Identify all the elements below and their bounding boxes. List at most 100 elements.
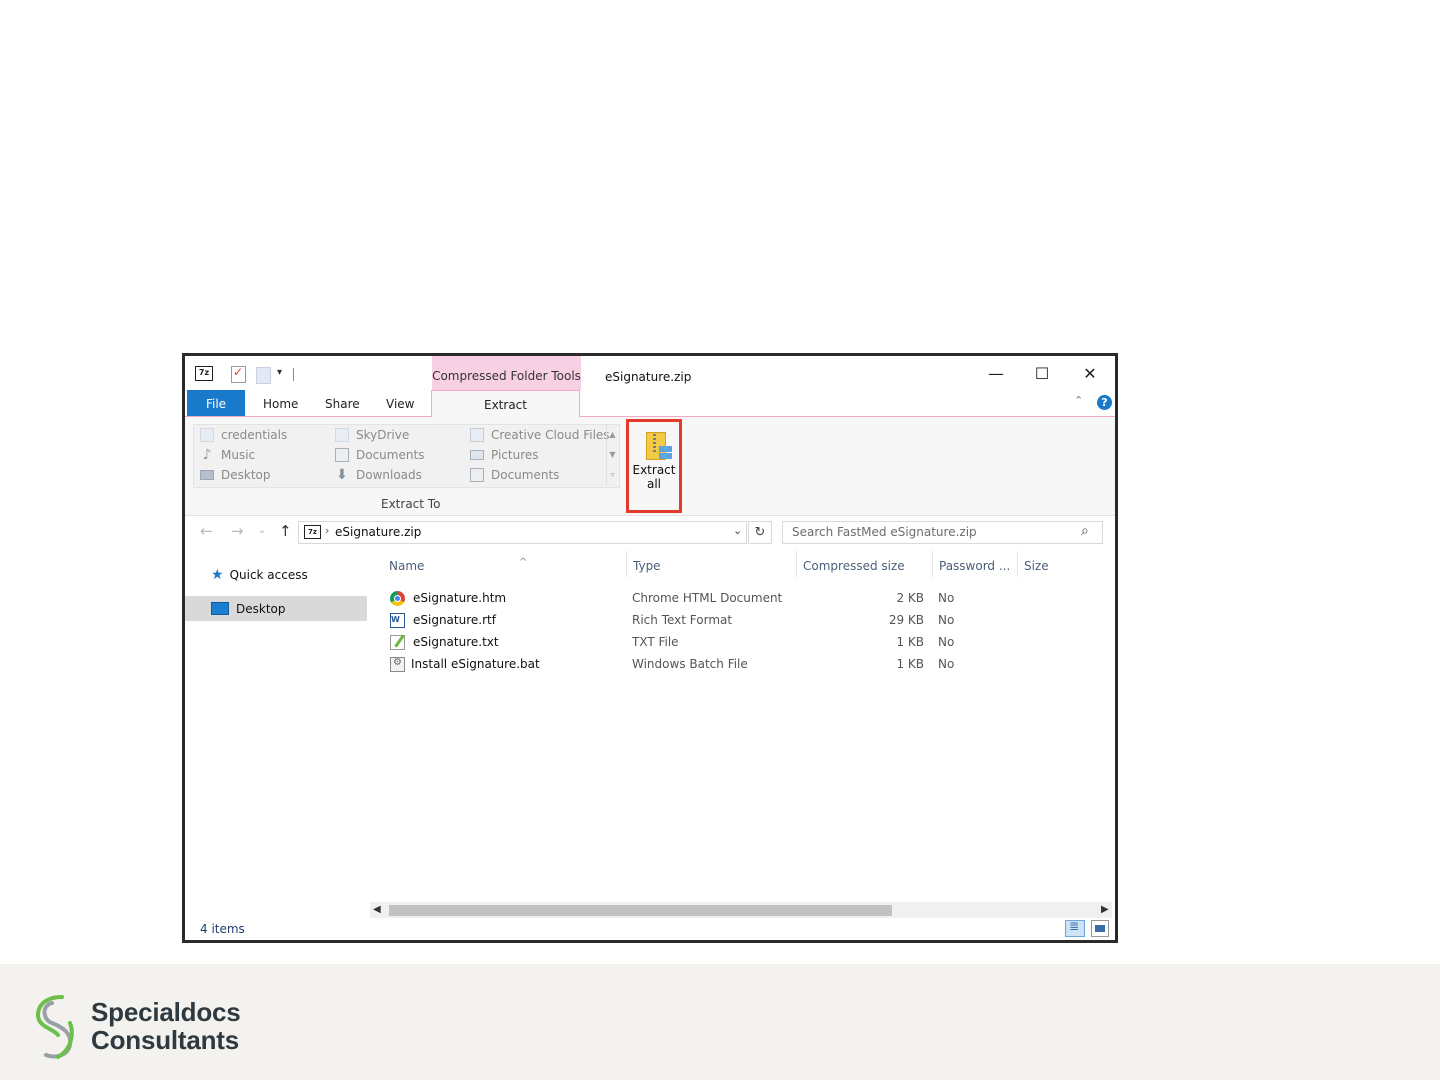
- file-name: Install eSignature.bat: [411, 657, 540, 671]
- scroll-left-icon[interactable]: ◀: [373, 902, 381, 918]
- help-icon[interactable]: ?: [1097, 395, 1112, 410]
- column-header-compressed-size[interactable]: Compressed size: [803, 559, 905, 573]
- brand-name: Specialdocs Consultants: [91, 998, 241, 1054]
- extract-to-column-1: credentials ♪ Music Desktop: [200, 425, 287, 485]
- recent-locations-icon[interactable]: ⌄: [258, 525, 266, 536]
- password-protected: No: [938, 657, 955, 671]
- chevron-down-icon[interactable]: ⌄: [733, 524, 742, 537]
- pictures-icon: [470, 450, 484, 460]
- file-type: TXT File: [632, 635, 679, 649]
- table-row[interactable]: Install eSignature.bat Windows Batch Fil…: [370, 654, 1112, 676]
- cloud-folder-icon: [470, 428, 484, 442]
- destination-label: Pictures: [491, 448, 539, 462]
- compressed-size: 1 KB: [896, 635, 924, 649]
- file-name: eSignature.rtf: [413, 613, 496, 627]
- destination-label: SkyDrive: [356, 428, 410, 442]
- up-arrow-icon[interactable]: ↑: [279, 522, 292, 540]
- brand-line-1: Specialdocs: [91, 997, 241, 1027]
- close-button[interactable]: ✕: [1067, 362, 1113, 386]
- destination-label: Desktop: [221, 468, 271, 482]
- large-icons-view-icon[interactable]: [1091, 920, 1109, 937]
- compressed-folder-tools-tab: Compressed Folder Tools: [432, 356, 581, 390]
- extract-destination[interactable]: ♪ Music: [200, 445, 287, 465]
- column-header-size[interactable]: Size: [1024, 559, 1049, 573]
- nav-item-desktop[interactable]: Desktop: [185, 596, 367, 621]
- destination-label: Documents: [356, 448, 425, 462]
- tab-share[interactable]: Share: [325, 390, 360, 416]
- documents-icon: [335, 448, 349, 462]
- table-row[interactable]: eSignature.txt TXT File 1 KB No: [370, 632, 1112, 654]
- file-name: eSignature.htm: [413, 591, 507, 605]
- destination-label: Downloads: [356, 468, 422, 482]
- extract-destination[interactable]: Documents: [335, 445, 424, 465]
- status-bar: 4 items: [185, 918, 1115, 940]
- extract-destination[interactable]: Documents: [470, 465, 610, 485]
- address-bar[interactable]: 7z › eSignature.zip ⌄: [298, 521, 747, 544]
- breadcrumb-separator-icon[interactable]: ›: [325, 524, 329, 537]
- table-row[interactable]: eSignature.rtf Rich Text Format 29 KB No: [370, 610, 1112, 632]
- search-placeholder: Search FastMed eSignature.zip: [792, 525, 977, 539]
- maximize-button[interactable]: ☐: [1019, 362, 1065, 386]
- search-icon[interactable]: ⌕: [1081, 523, 1089, 539]
- extract-destination[interactable]: Pictures: [470, 445, 610, 465]
- column-header-password[interactable]: Password ...: [939, 559, 1010, 573]
- breadcrumb[interactable]: eSignature.zip: [335, 525, 421, 539]
- extract-all-label: Extract all: [632, 463, 676, 491]
- customize-toolbar-icon[interactable]: ▾: [277, 367, 282, 378]
- forward-arrow-icon[interactable]: →: [231, 522, 244, 540]
- table-row[interactable]: eSignature.htm Chrome HTML Document 2 KB…: [370, 588, 1112, 610]
- expand-gallery-icon[interactable]: ▿: [607, 465, 618, 485]
- tab-extract[interactable]: Extract: [431, 390, 580, 417]
- desktop-icon: [211, 602, 229, 615]
- extract-all-button[interactable]: Extract all: [626, 419, 682, 513]
- properties-icon[interactable]: [231, 365, 246, 383]
- tab-file[interactable]: File: [187, 390, 245, 416]
- extract-destination[interactable]: Creative Cloud Files: [470, 425, 610, 445]
- column-divider[interactable]: [932, 551, 933, 577]
- tab-view[interactable]: View: [386, 390, 414, 416]
- extract-destination[interactable]: SkyDrive: [335, 425, 424, 445]
- password-protected: No: [938, 591, 955, 605]
- file-type: Rich Text Format: [632, 613, 733, 627]
- item-count: 4 items: [200, 922, 245, 936]
- compressed-size: 1 KB: [896, 657, 924, 671]
- details-view-icon[interactable]: [1065, 919, 1085, 937]
- scrollbar-thumb[interactable]: [389, 905, 892, 916]
- back-arrow-icon[interactable]: ←: [200, 522, 213, 540]
- column-header-name[interactable]: Name ^: [389, 557, 527, 573]
- column-divider[interactable]: [796, 551, 797, 577]
- minimize-ribbon-icon[interactable]: ⌃: [1074, 394, 1083, 407]
- extract-destination[interactable]: ⬇ Downloads: [335, 465, 424, 485]
- gallery-scrollbar[interactable]: ▲ ▼ ▿: [606, 425, 618, 486]
- compressed-size: 29 KB: [888, 613, 924, 627]
- destination-label: Music: [221, 448, 256, 462]
- column-divider[interactable]: [1017, 551, 1018, 577]
- destination-label: Documents: [491, 468, 560, 482]
- scroll-up-icon[interactable]: ▲: [607, 425, 618, 445]
- scroll-down-icon[interactable]: ▼: [607, 445, 618, 465]
- navigation-pane: ★ Quick access Desktop: [185, 549, 370, 918]
- horizontal-scrollbar[interactable]: ◀ ▶: [370, 902, 1112, 918]
- extract-destination[interactable]: Desktop: [200, 465, 287, 485]
- column-divider[interactable]: [626, 551, 627, 577]
- column-label: Name: [389, 559, 425, 573]
- column-header-type[interactable]: Type: [633, 559, 661, 573]
- extract-destination[interactable]: credentials: [200, 425, 287, 445]
- file-type: Windows Batch File: [632, 657, 748, 671]
- music-icon: ♪: [202, 447, 212, 463]
- scroll-right-icon[interactable]: ▶: [1101, 902, 1109, 918]
- nav-item-label: Quick access: [229, 567, 308, 582]
- desktop-icon: [200, 470, 214, 480]
- tab-home[interactable]: Home: [263, 390, 298, 416]
- search-input[interactable]: Search FastMed eSignature.zip ⌕: [782, 521, 1103, 544]
- 7zip-icon: 7z: [304, 525, 321, 539]
- extract-to-group-label: Extract To: [381, 497, 441, 511]
- extract-to-gallery: credentials ♪ Music Desktop SkyDrive Docu…: [193, 424, 620, 488]
- minimize-button[interactable]: —: [973, 362, 1019, 386]
- destination-label: Creative Cloud Files: [491, 428, 610, 442]
- new-folder-icon[interactable]: [256, 367, 271, 384]
- batch-file-icon: [390, 657, 405, 672]
- refresh-icon[interactable]: ↻: [748, 521, 772, 544]
- nav-item-quick-access[interactable]: ★ Quick access: [185, 562, 367, 587]
- 7zip-icon[interactable]: 7z: [195, 366, 213, 381]
